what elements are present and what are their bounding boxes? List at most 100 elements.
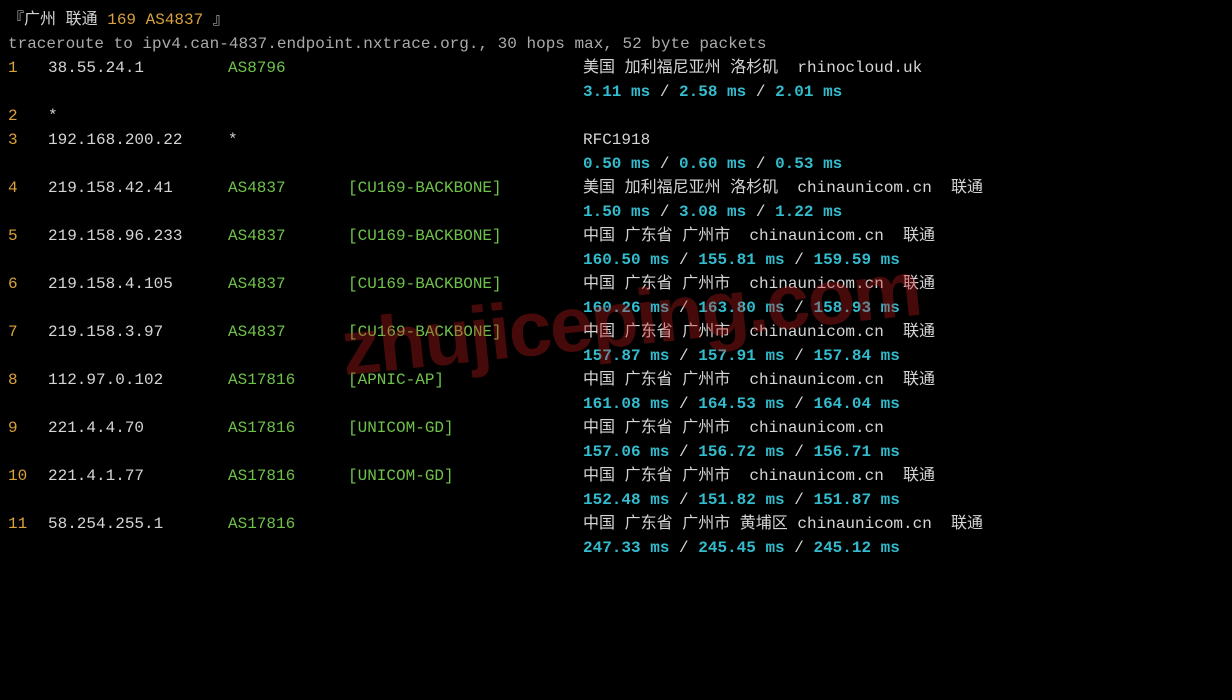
latency-value: 157.84 ms (813, 347, 899, 365)
latency-separator: / (746, 203, 775, 221)
latency-value: 159.59 ms (813, 251, 899, 269)
latency-separator: / (669, 299, 698, 317)
latency-value: 151.82 ms (698, 491, 784, 509)
hop-tag: [CU169-BACKBONE] (348, 176, 583, 200)
hop-number: 11 (8, 512, 48, 536)
hop-ip: 219.158.96.233 (48, 224, 228, 248)
latency-separator: / (650, 83, 679, 101)
trace-title: 『广州 联通 169 AS4837 』 (8, 8, 1224, 32)
hop-row: 1158.254.255.1AS17816 中国 广东省 广州市 黄埔区 chin… (8, 512, 1224, 536)
latency-separator: / (785, 491, 814, 509)
hop-geo: RFC1918 (583, 128, 1224, 152)
latency-separator: / (669, 251, 698, 269)
hop-ip: 219.158.42.41 (48, 176, 228, 200)
latency-value: 3.11 ms (583, 83, 650, 101)
latency-separator: / (785, 539, 814, 557)
latency-value: 155.81 ms (698, 251, 784, 269)
title-suffix: 』 (203, 11, 229, 29)
latency-separator: / (785, 443, 814, 461)
hop-ip: 221.4.4.70 (48, 416, 228, 440)
trace-command: traceroute to ipv4.can-4837.endpoint.nxt… (8, 32, 1224, 56)
latency-value: 152.48 ms (583, 491, 669, 509)
latency-value: 247.33 ms (583, 539, 669, 557)
hop-geo: 美国 加利福尼亚州 洛杉矶 rhinocloud.uk (583, 56, 1224, 80)
hop-latency: 160.26 ms / 163.80 ms / 158.93 ms (8, 296, 1224, 320)
latency-value: 164.04 ms (813, 395, 899, 413)
hop-number: 3 (8, 128, 48, 152)
latency-separator: / (650, 155, 679, 173)
latency-separator: / (746, 83, 775, 101)
hop-tag: [CU169-BACKBONE] (348, 224, 583, 248)
latency-value: 157.87 ms (583, 347, 669, 365)
latency-value: 245.12 ms (813, 539, 899, 557)
hop-geo: 中国 广东省 广州市 chinaunicom.cn 联通 (583, 320, 1224, 344)
hop-asn: AS17816 (228, 416, 348, 440)
hop-number: 8 (8, 368, 48, 392)
hop-geo: 中国 广东省 广州市 chinaunicom.cn (583, 416, 1224, 440)
hop-asn: AS4837 (228, 224, 348, 248)
hop-row: 10221.4.1.77AS17816[UNICOM-GD]中国 广东省 广州市… (8, 464, 1224, 488)
hop-asn: AS17816 (228, 512, 348, 536)
latency-separator: / (650, 203, 679, 221)
latency-value: 158.93 ms (813, 299, 899, 317)
hop-ip: 192.168.200.22 (48, 128, 228, 152)
hop-latency: 157.06 ms / 156.72 ms / 156.71 ms (8, 440, 1224, 464)
latency-value: 245.45 ms (698, 539, 784, 557)
latency-value: 2.58 ms (679, 83, 746, 101)
hop-ip: 219.158.4.105 (48, 272, 228, 296)
hop-asn: * (228, 128, 348, 152)
hop-row: 4219.158.42.41AS4837[CU169-BACKBONE]美国 加… (8, 176, 1224, 200)
title-prefix: 『广州 联通 (8, 11, 107, 29)
latency-separator: / (669, 443, 698, 461)
hop-row: 2* (8, 104, 1224, 128)
hop-ip: 58.254.255.1 (48, 512, 228, 536)
latency-separator: / (746, 155, 775, 173)
latency-value: 157.91 ms (698, 347, 784, 365)
latency-value: 0.50 ms (583, 155, 650, 173)
hop-geo: 中国 广东省 广州市 黄埔区 chinaunicom.cn 联通 (583, 512, 1224, 536)
latency-value: 157.06 ms (583, 443, 669, 461)
latency-value: 151.87 ms (813, 491, 899, 509)
hop-row: 9221.4.4.70AS17816[UNICOM-GD]中国 广东省 广州市 … (8, 416, 1224, 440)
hop-asn: AS8796 (228, 56, 348, 80)
hop-asn: AS4837 (228, 272, 348, 296)
latency-value: 156.72 ms (698, 443, 784, 461)
latency-value: 156.71 ms (813, 443, 899, 461)
hop-latency: 157.87 ms / 157.91 ms / 157.84 ms (8, 344, 1224, 368)
hop-number: 9 (8, 416, 48, 440)
latency-value: 160.26 ms (583, 299, 669, 317)
hop-tag: [APNIC-AP] (348, 368, 583, 392)
hop-number: 5 (8, 224, 48, 248)
hop-ip: * (48, 104, 228, 128)
hop-geo: 中国 广东省 广州市 chinaunicom.cn 联通 (583, 464, 1224, 488)
hop-geo: 中国 广东省 广州市 chinaunicom.cn 联通 (583, 368, 1224, 392)
hop-row: 3192.168.200.22* RFC1918 (8, 128, 1224, 152)
hop-geo: 中国 广东省 广州市 chinaunicom.cn 联通 (583, 272, 1224, 296)
hop-row: 8112.97.0.102AS17816[APNIC-AP]中国 广东省 广州市… (8, 368, 1224, 392)
hop-list: 138.55.24.1AS8796 美国 加利福尼亚州 洛杉矶 rhinoclou… (8, 56, 1224, 560)
hop-geo: 中国 广东省 广州市 chinaunicom.cn 联通 (583, 224, 1224, 248)
hop-asn: AS4837 (228, 176, 348, 200)
hop-tag: [CU169-BACKBONE] (348, 320, 583, 344)
hop-number: 1 (8, 56, 48, 80)
latency-separator: / (669, 491, 698, 509)
hop-tag: [CU169-BACKBONE] (348, 272, 583, 296)
latency-value: 2.01 ms (775, 83, 842, 101)
hop-ip: 221.4.1.77 (48, 464, 228, 488)
hop-number: 2 (8, 104, 48, 128)
latency-separator: / (669, 347, 698, 365)
hop-asn: AS17816 (228, 464, 348, 488)
hop-number: 4 (8, 176, 48, 200)
hop-row: 7219.158.3.97AS4837[CU169-BACKBONE]中国 广东… (8, 320, 1224, 344)
latency-value: 1.50 ms (583, 203, 650, 221)
latency-value: 3.08 ms (679, 203, 746, 221)
latency-value: 0.60 ms (679, 155, 746, 173)
hop-latency: 1.50 ms / 3.08 ms / 1.22 ms (8, 200, 1224, 224)
hop-row: 6219.158.4.105AS4837[CU169-BACKBONE]中国 广… (8, 272, 1224, 296)
hop-asn: AS4837 (228, 320, 348, 344)
latency-separator: / (669, 395, 698, 413)
hop-ip: 38.55.24.1 (48, 56, 228, 80)
latency-value: 0.53 ms (775, 155, 842, 173)
latency-value: 160.50 ms (583, 251, 669, 269)
hop-tag: [UNICOM-GD] (348, 416, 583, 440)
